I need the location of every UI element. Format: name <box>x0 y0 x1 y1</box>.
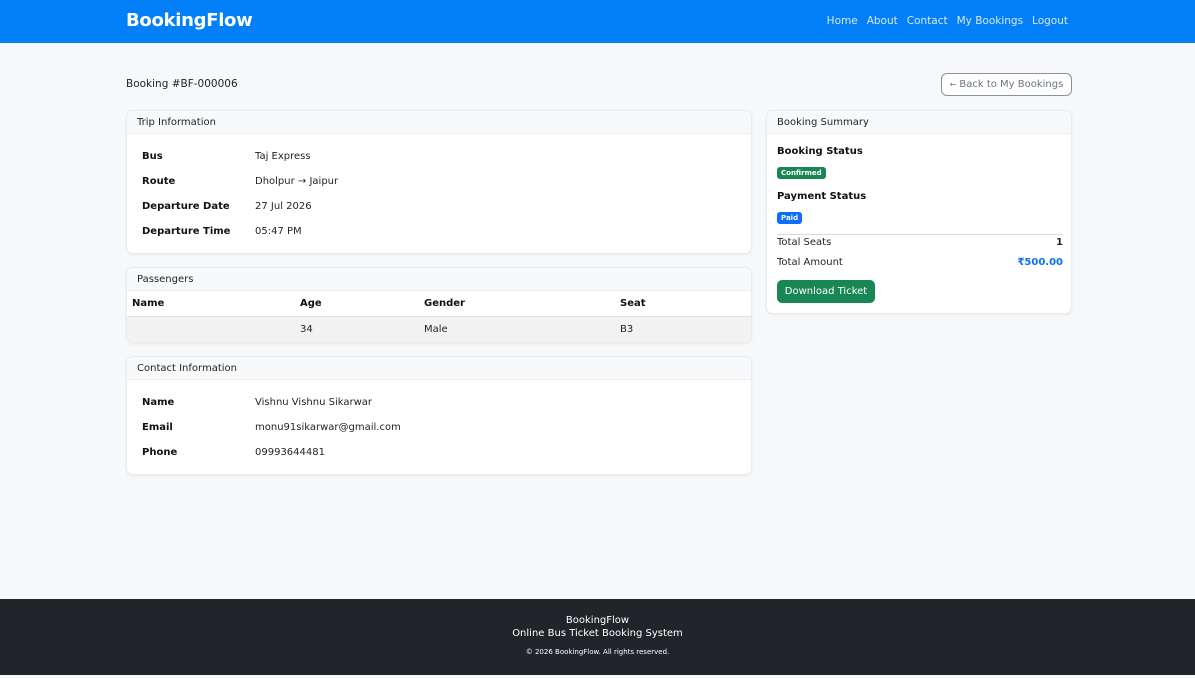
contact-label: Phone <box>142 447 178 458</box>
booking-status-badge: Confirmed <box>777 167 826 179</box>
trip-label: Bus <box>142 151 163 162</box>
total-seats-row: Total Seats 1 <box>777 237 1063 248</box>
payment-status-badge: Paid <box>777 212 803 224</box>
nav-links: Home About Contact My Bookings Logout <box>827 15 1068 27</box>
trip-row-departure-time: Departure Time 05:47 PM <box>127 226 751 240</box>
passengers-table-head: Name Age Gender Seat <box>127 291 751 317</box>
arrow-left-icon: ← <box>949 80 957 89</box>
brand-logo[interactable]: BookingFlow <box>126 10 253 31</box>
booking-summary-card: Booking Summary Booking Status Confirmed… <box>766 110 1072 314</box>
nav-contact-link[interactable]: Contact <box>907 15 948 27</box>
booking-summary-header: Booking Summary <box>767 111 1071 134</box>
contact-info-card: Contact Information Name Vishnu Vishnu S… <box>126 356 752 475</box>
payment-status-label: Payment Status <box>777 191 867 202</box>
contact-value: 09993644481 <box>255 447 325 458</box>
back-to-bookings-button[interactable]: ← Back to My Bookings <box>941 73 1072 96</box>
nav-home-link[interactable]: Home <box>827 15 858 27</box>
total-seats-value: 1 <box>1056 237 1063 248</box>
trip-label: Departure Date <box>142 201 230 212</box>
total-amount-label: Total Amount <box>777 257 843 268</box>
trip-value: 27 Jul 2026 <box>255 201 312 212</box>
contact-row-email: Email monu91sikarwar@gmail.com <box>127 422 751 436</box>
passenger-gender-cell: Male <box>424 324 448 335</box>
nav-my-bookings-link[interactable]: My Bookings <box>957 15 1023 27</box>
trip-value: Taj Express <box>255 151 311 162</box>
trip-row-bus: Bus Taj Express <box>127 151 751 165</box>
back-button-label: Back to My Bookings <box>959 79 1064 90</box>
download-ticket-button[interactable]: Download Ticket <box>777 280 875 303</box>
passengers-header: Passengers <box>127 268 751 291</box>
trip-info-card: Trip Information Bus Taj Express Route D… <box>126 110 752 254</box>
column-header-name: Name <box>132 298 165 309</box>
footer-tagline: Online Bus Ticket Booking System <box>512 628 683 639</box>
column-header-age: Age <box>300 298 322 309</box>
column-header-gender: Gender <box>424 298 465 309</box>
table-row: 34 Male B3 <box>127 317 751 342</box>
trip-value: Dholpur → Jaipur <box>255 176 339 187</box>
summary-divider <box>777 234 1063 235</box>
trip-info-header: Trip Information <box>127 111 751 134</box>
trip-label: Departure Time <box>142 226 231 237</box>
passenger-seat-cell: B3 <box>620 324 634 335</box>
navbar: BookingFlow Home About Contact My Bookin… <box>0 0 1195 43</box>
trip-row-departure-date: Departure Date 27 Jul 2026 <box>127 201 751 215</box>
nav-logout-link[interactable]: Logout <box>1032 15 1068 27</box>
passengers-card: Passengers Name Age Gender Seat 34 Male … <box>126 267 752 343</box>
nav-about-link[interactable]: About <box>867 15 898 27</box>
contact-info-header: Contact Information <box>127 357 751 380</box>
contact-value: monu91sikarwar@gmail.com <box>255 422 401 433</box>
footer-brand: BookingFlow <box>565 615 630 626</box>
column-header-seat: Seat <box>620 298 646 309</box>
footer: BookingFlow Online Bus Ticket Booking Sy… <box>0 599 1195 675</box>
passenger-age-cell: 34 <box>300 324 313 335</box>
passengers-table: Name Age Gender Seat 34 Male B3 <box>127 291 751 342</box>
trip-value: 05:47 PM <box>255 226 302 237</box>
contact-row-name: Name Vishnu Vishnu Sikarwar <box>127 397 751 411</box>
trip-label: Route <box>142 176 176 187</box>
page-title: Booking #BF-000006 <box>126 78 238 90</box>
footer-copyright: © 2026 BookingFlow. All rights reserved. <box>525 648 670 656</box>
booking-status-label: Booking Status <box>777 146 863 157</box>
total-seats-label: Total Seats <box>777 237 832 248</box>
contact-label: Name <box>142 397 175 408</box>
contact-value: Vishnu Vishnu Sikarwar <box>255 397 373 408</box>
contact-row-phone: Phone 09993644481 <box>127 447 751 461</box>
total-amount-row: Total Amount ₹500.00 <box>777 257 1063 268</box>
total-amount-value: ₹500.00 <box>1017 257 1063 268</box>
contact-label: Email <box>142 422 173 433</box>
trip-row-route: Route Dholpur → Jaipur <box>127 176 751 190</box>
